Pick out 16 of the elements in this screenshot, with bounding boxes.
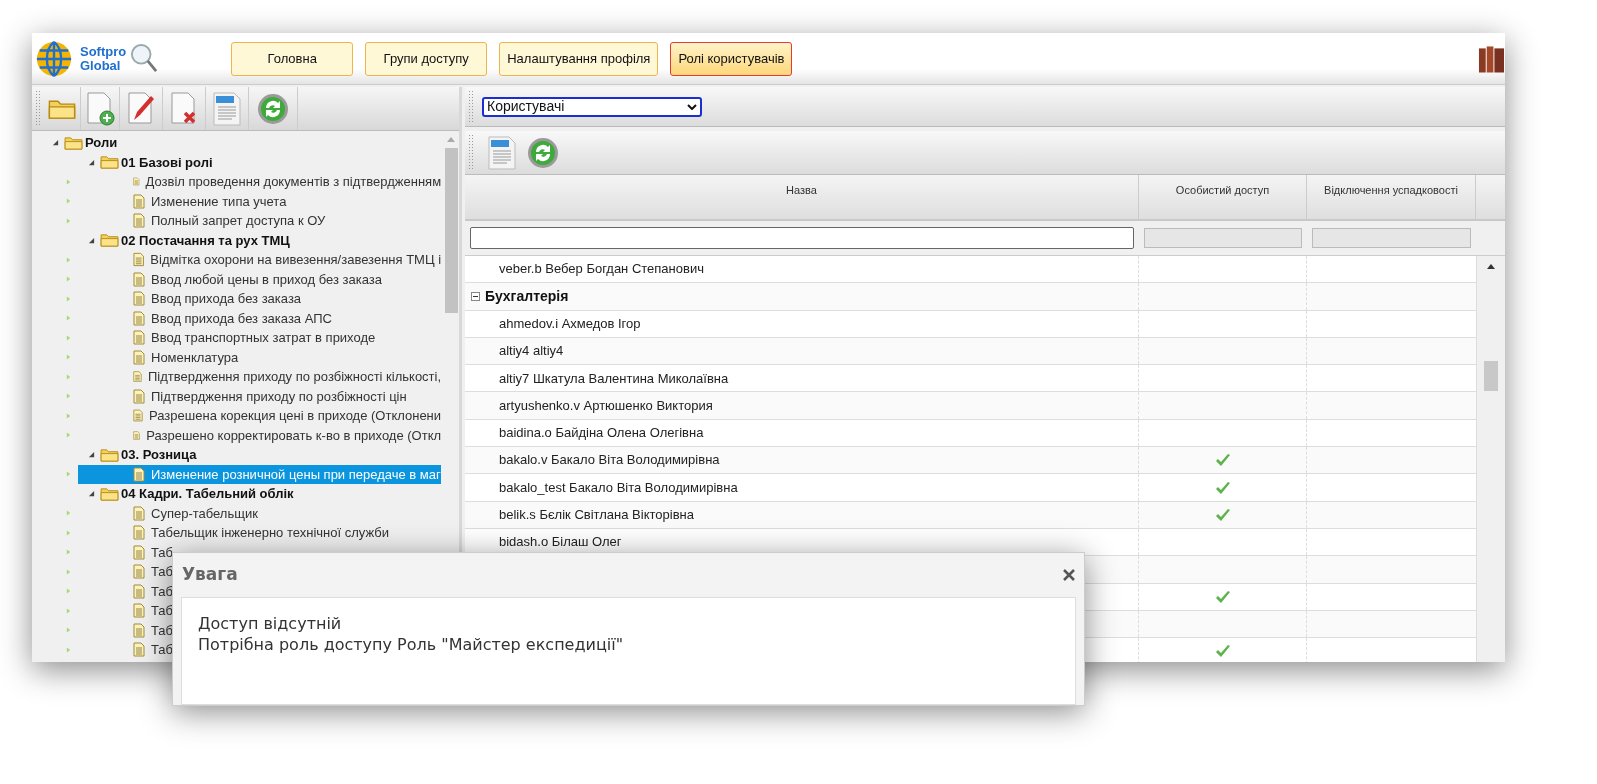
table-cell-text: veber.b Вебер Богдан Степанович — [499, 260, 704, 279]
table-cell-text: baidina.o Байдіна Олена Олегівна — [499, 424, 704, 443]
dialog-title: Увага — [182, 563, 238, 587]
table-cell-text: artyushenko.v Артюшенко Виктория — [499, 396, 713, 415]
table-cell-text: altiy4 altiy4 — [499, 342, 564, 361]
table-cell-text: belik.s Бєлік Світлана Вікторівна — [499, 506, 694, 525]
logo-text: Global — [80, 58, 121, 73]
dialog-message: Доступ відсутній — [198, 613, 343, 634]
dialog-message: Потрібна роль доступу Роль "Майстер експедиції" — [198, 634, 625, 655]
logo-text: Softpro — [80, 44, 127, 59]
table-cell-text: bidash.o Білаш Олег — [499, 533, 622, 552]
table-cell-text: altiy7 Шкатула Валентина Миколаївна — [499, 369, 729, 388]
table-cell-text: ahmedov.i Ахмедов Ігор — [499, 315, 641, 333]
table-cell-text: bakalo_test Бакало Віта Володимирівна — [499, 478, 738, 497]
group-label: Бухгалтерія — [485, 286, 569, 306]
table-cell-text: bakalo.v Бакало Віта Володимирівна — [499, 451, 720, 470]
